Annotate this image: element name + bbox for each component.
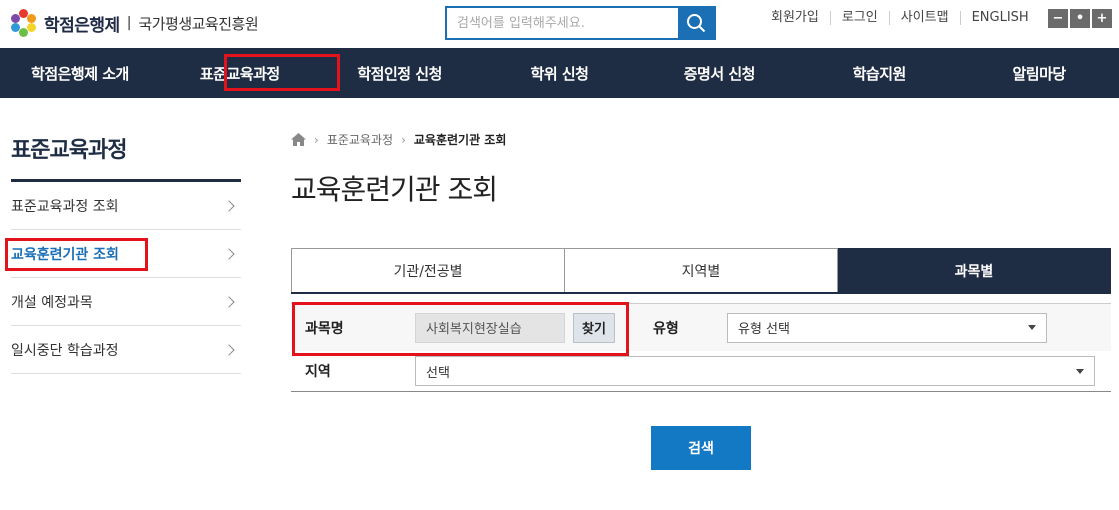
chevron-right-icon: [223, 295, 235, 308]
global-search: [445, 6, 716, 40]
sidebar-item-label: 교육훈련기관 조회: [11, 246, 119, 263]
nav-item-degree-application[interactable]: 학위 신청: [480, 48, 640, 98]
type-select-value: 유형 선택: [738, 322, 790, 337]
main-nav: 학점은행제 소개 표준교육과정 학점인정 신청 학위 신청 증명서 신청 학습지…: [0, 48, 1119, 98]
chevron-right-icon: [223, 247, 235, 260]
type-label: 유형: [653, 320, 679, 337]
dropdown-caret-icon: [1028, 325, 1036, 330]
sidebar-item-institution-search[interactable]: 교육훈련기관 조회: [11, 230, 241, 278]
search-type-tabs: 기관/전공별 지역별 과목별: [291, 248, 1111, 294]
site-logo[interactable]: 학점은행제 | 국가평생교육진흥원: [10, 8, 259, 38]
home-icon[interactable]: [291, 133, 306, 146]
dropdown-caret-icon: [1076, 368, 1084, 374]
logo-divider: |: [126, 15, 132, 31]
english-link[interactable]: ENGLISH: [959, 11, 1040, 25]
nav-item-standard-curriculum[interactable]: 표준교육과정: [160, 48, 320, 98]
logo-subtitle: 국가평생교육진흥원: [138, 14, 259, 33]
site-header: 학점은행제 | 국가평생교육진흥원 회원가입 로그인 사이트맵 ENGLISH …: [0, 0, 1119, 48]
zoom-reset-button[interactable]: •: [1070, 9, 1090, 28]
region-select-value: 선택: [426, 365, 450, 381]
sitemap-link[interactable]: 사이트맵: [888, 11, 960, 25]
type-select[interactable]: 유형 선택: [727, 312, 1047, 343]
sidebar-menu: 표준교육과정 조회 교육훈련기관 조회 개설 예정과목 일시중단 학습과정: [11, 182, 241, 374]
subject-field[interactable]: 사회복지현장실습: [415, 312, 565, 343]
chevron-right-icon: [223, 199, 235, 212]
nav-item-credit-recognition[interactable]: 학점인정 신청: [320, 48, 480, 98]
breadcrumb-parent[interactable]: 표준교육과정: [327, 131, 393, 148]
nav-item-intro[interactable]: 학점은행제 소개: [0, 48, 160, 98]
tab-subject[interactable]: 과목별: [838, 248, 1111, 292]
zoom-controls: − • +: [1048, 9, 1112, 28]
nav-item-certificate[interactable]: 증명서 신청: [639, 48, 799, 98]
signup-link[interactable]: 회원가입: [760, 11, 830, 25]
search-button[interactable]: [678, 8, 714, 38]
logo-mark-icon: [10, 9, 38, 37]
login-link[interactable]: 로그인: [829, 11, 889, 25]
sidebar-item-curriculum-search[interactable]: 표준교육과정 조회: [11, 182, 241, 230]
breadcrumb-separator: ›: [401, 132, 406, 147]
sidebar-title: 표준교육과정: [11, 138, 127, 163]
subject-label: 과목명: [305, 320, 344, 337]
form-row-subject: 과목명 사회복지현장실습 찾기 유형 유형 선택: [291, 304, 1111, 351]
zoom-out-button[interactable]: −: [1048, 9, 1068, 28]
sidebar-item-label: 개설 예정과목: [11, 294, 93, 311]
form-row-region: 지역 선택: [291, 351, 1111, 391]
logo-title: 학점은행제: [44, 15, 120, 36]
search-form: 과목명 사회복지현장실습 찾기 유형 유형 선택 지역 선택: [291, 303, 1111, 392]
search-icon: [687, 14, 706, 33]
region-select[interactable]: 선택: [415, 356, 1095, 386]
breadcrumb-current: 교육훈련기관 조회: [413, 133, 507, 147]
find-button[interactable]: 찾기: [573, 312, 615, 343]
tab-institution-major[interactable]: 기관/전공별: [291, 248, 565, 292]
breadcrumb-separator: ›: [314, 132, 319, 147]
sidebar-item-label: 일시중단 학습과정: [11, 342, 119, 359]
search-submit-button[interactable]: 검색: [651, 426, 751, 470]
tab-region[interactable]: 지역별: [565, 248, 838, 292]
nav-item-notice[interactable]: 알림마당: [959, 48, 1119, 98]
sidebar-item-suspended-courses[interactable]: 일시중단 학습과정: [11, 326, 241, 374]
chevron-right-icon: [223, 343, 235, 356]
region-label: 지역: [305, 364, 331, 380]
sidebar-item-label: 표준교육과정 조회: [11, 198, 119, 215]
page-title: 교육훈련기관 조회: [291, 173, 498, 206]
breadcrumb: › 표준교육과정 › 교육훈련기관 조회: [291, 131, 506, 148]
nav-item-learning-support[interactable]: 학습지원: [799, 48, 959, 98]
utility-links: 회원가입 로그인 사이트맵 ENGLISH: [760, 11, 1040, 25]
zoom-in-button[interactable]: +: [1092, 9, 1112, 28]
sidebar-item-planned-courses[interactable]: 개설 예정과목: [11, 278, 241, 326]
search-input[interactable]: [447, 8, 678, 38]
